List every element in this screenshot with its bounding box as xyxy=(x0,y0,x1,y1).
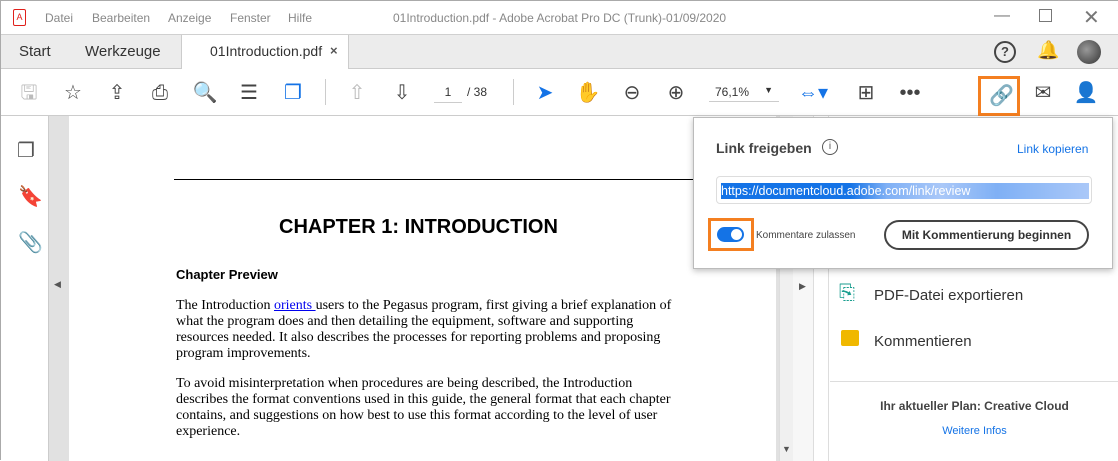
tab-document-label: 01Introduction.pdf xyxy=(210,43,323,59)
orients-link[interactable]: orients xyxy=(274,298,316,313)
section-title: Chapter Preview xyxy=(176,267,278,282)
text: The Introduction xyxy=(176,298,274,313)
upload-cloud-icon[interactable]: ⇪ xyxy=(104,81,130,105)
zoom-in-icon[interactable]: ⊕ xyxy=(663,81,689,105)
divider xyxy=(325,79,326,105)
info-icon[interactable]: i xyxy=(822,139,838,155)
acrobat-logo-icon: A xyxy=(13,9,26,26)
maximize-button[interactable] xyxy=(1039,9,1052,22)
close-tab-icon[interactable]: × xyxy=(330,43,338,58)
chevron-right-icon: ▶ xyxy=(799,281,806,291)
text: contains, and suggestions on how best to… xyxy=(176,408,658,423)
zoom-value: 76,1% xyxy=(715,85,750,99)
avatar[interactable] xyxy=(1077,40,1101,64)
previous-page-icon[interactable]: ⇧ xyxy=(344,81,370,105)
pages-icon[interactable]: ❐ xyxy=(280,81,306,105)
hand-tool-icon[interactable]: ✋ xyxy=(575,81,601,105)
text: program improvements. xyxy=(176,346,311,361)
attachment-icon[interactable]: 📎 xyxy=(18,230,43,255)
help-icon[interactable]: ? xyxy=(994,41,1016,63)
menu-hilfe[interactable]: Hilfe xyxy=(288,11,312,25)
text: users to the Pegasus program, first givi… xyxy=(315,298,672,313)
search-icon[interactable]: 🔍 xyxy=(192,81,218,105)
share-url-text: https://documentcloud.adobe.com/link/rev… xyxy=(721,183,1089,199)
tool-comment[interactable]: Kommentieren xyxy=(839,328,1079,356)
zoom-out-icon[interactable]: ⊖ xyxy=(619,81,645,105)
export-pdf-icon: ⎘ xyxy=(839,282,855,304)
close-window-button[interactable]: ✕ xyxy=(1083,5,1100,30)
plan-text: Ihr aktueller Plan: Creative Cloud xyxy=(880,399,1069,413)
title-bar: A Datei Bearbeiten Anzeige Fenster Hilfe… xyxy=(1,1,1118,35)
bell-icon[interactable]: 🔔 xyxy=(1037,40,1059,61)
comment-icon xyxy=(841,330,859,346)
menu-anzeige[interactable]: Anzeige xyxy=(168,11,211,25)
menu-fenster[interactable]: Fenster xyxy=(230,11,271,25)
tool-label: Kommentieren xyxy=(874,333,972,350)
mail-icon[interactable]: ✉ xyxy=(1030,81,1056,105)
window-title: 01Introduction.pdf - Adobe Acrobat Pro D… xyxy=(393,11,727,25)
share-link-popup: Link freigeben i Link kopieren https://d… xyxy=(693,117,1113,269)
minimize-button[interactable]: — xyxy=(994,7,1010,25)
pdf-page: CHAPTER 1: INTRODUCTION Chapter Preview … xyxy=(69,116,776,461)
start-commenting-button[interactable]: Mit Kommentierung beginnen xyxy=(884,220,1089,250)
next-page-icon[interactable]: ⇩ xyxy=(389,81,415,105)
tool-label: PDF-Datei exportieren xyxy=(874,287,1024,304)
allow-comments-toggle-highlight xyxy=(708,218,754,251)
popup-title: Link freigeben xyxy=(716,140,812,156)
scroll-mode-icon[interactable]: ⊞ xyxy=(853,81,879,105)
expand-left-panel-icon[interactable]: ◀ xyxy=(54,279,61,290)
toggle-knob xyxy=(731,229,742,240)
paragraph-2: To avoid misinterpretation when procedur… xyxy=(176,376,671,440)
divider xyxy=(513,79,514,105)
tool-export-pdf[interactable]: ⎘ PDF-Datei exportieren xyxy=(839,282,1079,310)
bookmark-icon[interactable]: 🔖 xyxy=(18,184,43,209)
allow-comments-toggle[interactable] xyxy=(717,227,744,242)
text: what the program does and then detailing… xyxy=(176,314,634,329)
page-number-input[interactable]: 1 xyxy=(434,85,462,103)
tab-bar: Start Werkzeuge 01Introduction.pdf × ? 🔔 xyxy=(1,35,1118,69)
text: experience. xyxy=(176,424,241,439)
tab-start[interactable]: Start xyxy=(19,43,51,60)
left-navigation-panel: ❐ 🔖 📎 xyxy=(1,116,49,461)
toolbar: 🖫 ☆ ⇪ ⎙ 🔍 ☰ ❐ ⇧ ⇩ 1 / 38 ➤ ✋ ⊖ ⊕ 76,1% ▼ … xyxy=(1,69,1118,116)
save-icon[interactable]: 🖫 xyxy=(16,81,42,105)
page-thumbnails-icon[interactable]: ❐ xyxy=(17,138,35,163)
select-pointer-icon[interactable]: ➤ xyxy=(532,81,558,105)
text: resources needed. It also describes the … xyxy=(176,330,661,345)
paragraph-1: The Introduction orients users to the Pe… xyxy=(176,298,671,362)
tab-document[interactable]: 01Introduction.pdf × xyxy=(181,35,349,69)
page-fit-icon[interactable]: ⇔▾ xyxy=(798,81,828,105)
menu-bearbeiten[interactable]: Bearbeiten xyxy=(92,11,150,25)
tab-werkzeuge[interactable]: Werkzeuge xyxy=(85,43,161,60)
zoom-select[interactable]: 76,1% ▼ xyxy=(709,83,779,102)
read-aloud-icon[interactable]: ☰ xyxy=(236,81,262,105)
share-link-button[interactable]: 🔗 xyxy=(978,76,1020,116)
print-icon[interactable]: ⎙ xyxy=(147,81,173,105)
divider xyxy=(830,381,1118,382)
text: To avoid misinterpretation when procedur… xyxy=(176,376,633,391)
chevron-down-icon: ▼ xyxy=(764,85,773,95)
chapter-title: CHAPTER 1: INTRODUCTION xyxy=(279,216,558,238)
share-url-field[interactable]: https://documentcloud.adobe.com/link/rev… xyxy=(716,176,1092,204)
add-user-icon[interactable]: 👤 xyxy=(1073,81,1099,105)
copy-link-button[interactable]: Link kopieren xyxy=(1017,142,1088,156)
more-icon[interactable]: ••• xyxy=(897,81,923,105)
page-total: / 38 xyxy=(467,85,488,99)
link-share-icon: 🔗 xyxy=(989,85,1014,107)
more-info-link[interactable]: Weitere Infos xyxy=(830,425,1118,437)
scroll-down-icon[interactable]: ▼ xyxy=(782,444,791,454)
text: describes the format conventions used in… xyxy=(176,392,671,407)
star-icon[interactable]: ☆ xyxy=(60,81,86,105)
toggle-label: Kommentare zulassen xyxy=(756,230,856,241)
header-rule xyxy=(174,179,721,180)
menu-datei[interactable]: Datei xyxy=(45,11,73,25)
